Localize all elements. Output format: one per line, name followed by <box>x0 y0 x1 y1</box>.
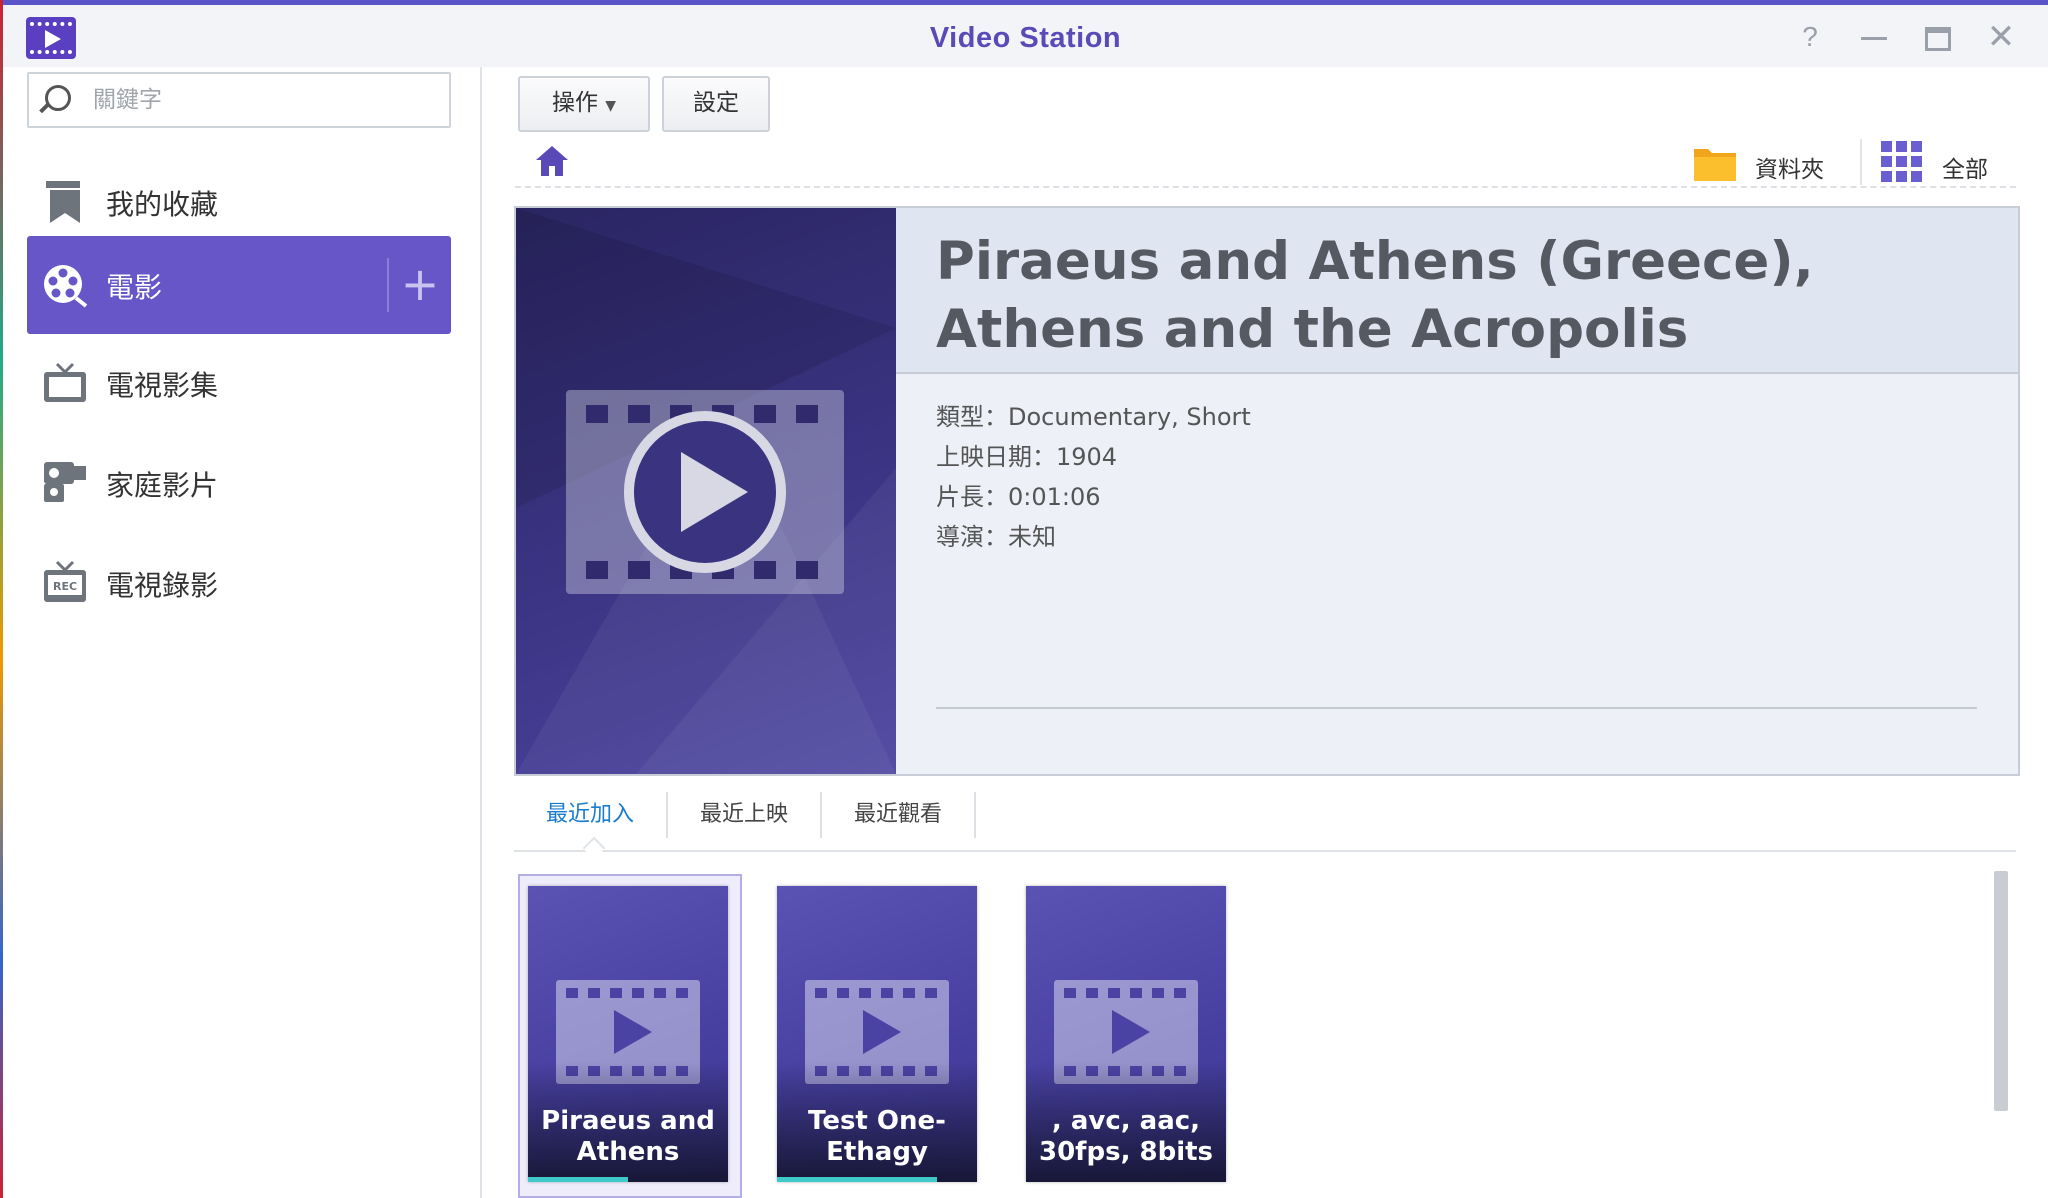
svg-text:REC: REC <box>53 580 77 593</box>
active-tab-indicator <box>582 836 606 860</box>
watch-progress-bar <box>777 1177 937 1182</box>
search-icon <box>45 85 71 111</box>
search-input[interactable] <box>91 82 435 118</box>
sidebar-item-tv-recordings[interactable]: REC 電視錄影 <box>27 534 451 632</box>
hero-title-bar: Piraeus and Athens (Greece), Athens and … <box>896 208 2018 374</box>
sidebar-item-label: 電影 <box>106 271 163 304</box>
movie-card[interactable]: , avc, aac, 30fps, 8bits <box>1026 886 1226 1182</box>
featured-movie-panel: Piraeus and Athens (Greece), Athens and … <box>514 206 2020 776</box>
film-reel-icon <box>44 265 88 308</box>
hero-poster[interactable] <box>516 208 896 774</box>
sidebar-item-home-videos[interactable]: 家庭影片 <box>27 434 451 532</box>
tab-recently-watched[interactable]: 最近觀看 <box>822 792 974 840</box>
movie-release-date: 上映日期：1904 <box>936 443 1118 471</box>
sidebar-item-tv-shows[interactable]: 電視影集 <box>27 334 451 432</box>
sidebar-item-label: 電視錄影 <box>106 569 219 602</box>
tv-icon <box>44 362 86 402</box>
card-title: Piraeus and Athens <box>541 1106 715 1167</box>
bookmark-icon <box>46 181 80 223</box>
caret-down-icon: ▼ <box>605 98 617 114</box>
close-button[interactable]: ✕ <box>1983 19 2019 55</box>
camcorder-icon <box>44 462 86 502</box>
toolbar-divider <box>1860 139 1862 185</box>
title-bar: Video Station ? ✕ <box>3 5 2048 67</box>
sidebar: 我的收藏 電影 + 電視影集 家庭影片 <box>3 67 482 1198</box>
help-button[interactable]: ? <box>1792 19 1828 55</box>
poster-background-art <box>516 208 896 774</box>
watch-progress-bar <box>528 1177 628 1182</box>
sidebar-item-label: 電視影集 <box>106 369 219 402</box>
add-movie-button[interactable]: + <box>387 258 451 312</box>
search-box <box>27 72 451 128</box>
tab-divider <box>974 792 976 838</box>
tab-recently-added[interactable]: 最近加入 <box>514 792 666 840</box>
folder-icon[interactable] <box>1692 143 1738 183</box>
main-panel: 操作 ▼ 設定 資料夾 全部 Piraeus and Athens (Greec… <box>482 67 2048 1198</box>
all-view-label[interactable]: 全部 <box>1942 150 1988 184</box>
sidebar-item-label: 我的收藏 <box>106 188 219 221</box>
movie-duration: 片長：0:01:06 <box>936 483 1101 511</box>
maximize-button[interactable] <box>1919 19 1955 55</box>
tv-rec-icon: REC <box>44 560 86 602</box>
action-button-label: 操作 <box>551 90 598 116</box>
tab-recently-released[interactable]: 最近上映 <box>668 792 820 840</box>
scrollbar[interactable] <box>1994 871 2008 1111</box>
window-title: Video Station <box>929 22 1122 54</box>
movie-card[interactable]: Test One-Ethagy <box>777 886 977 1182</box>
settings-button[interactable]: 設定 <box>662 76 770 132</box>
recent-tabs: 最近加入 最近上映 最近觀看 <box>514 792 2016 860</box>
movie-title: Piraeus and Athens (Greece), Athens and … <box>936 231 1814 360</box>
folder-view-label[interactable]: 資料夾 <box>1755 150 1824 184</box>
breadcrumb-divider <box>515 186 2016 188</box>
movie-genre: 類型：Documentary, Short <box>936 403 1251 431</box>
card-title: Test One-Ethagy <box>808 1106 946 1167</box>
grid-view-icon[interactable] <box>1881 141 1923 183</box>
minimize-button[interactable] <box>1856 19 1892 55</box>
meta-divider <box>936 707 1977 709</box>
action-dropdown-button[interactable]: 操作 ▼ <box>518 76 650 132</box>
home-icon[interactable] <box>534 143 570 179</box>
movie-card[interactable]: Piraeus and Athens <box>528 886 728 1182</box>
card-title: , avc, aac, 30fps, 8bits <box>1038 1106 1214 1167</box>
movie-director: 導演：未知 <box>936 523 1056 551</box>
sidebar-item-label: 家庭影片 <box>106 469 219 502</box>
sidebar-item-movies[interactable]: 電影 + <box>27 236 451 334</box>
